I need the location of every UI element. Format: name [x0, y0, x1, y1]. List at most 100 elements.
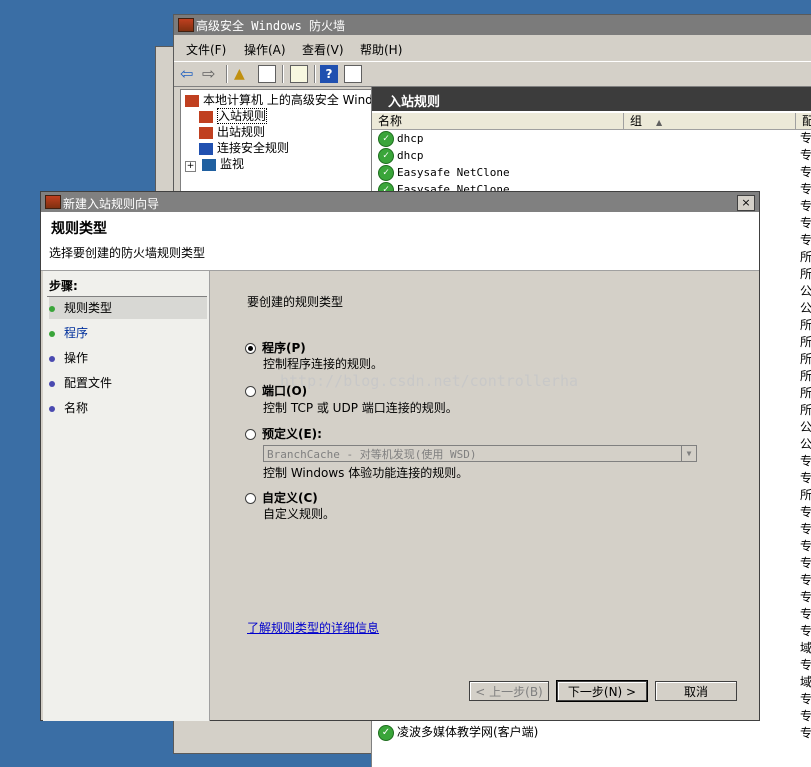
inbound-rules-icon [199, 110, 213, 123]
profile-cell: 所 [800, 403, 811, 417]
firewall-app-icon [178, 18, 194, 32]
tree-item-label: 入站规则 [217, 108, 268, 124]
column-profile[interactable]: 配 [796, 113, 811, 129]
enabled-check-icon: ✓ [378, 131, 394, 147]
step-label: 规则类型 [64, 301, 113, 315]
option-desc: 控制 Windows 体验功能连接的规则。 [263, 466, 469, 480]
column-group-label: 组 [630, 114, 643, 128]
firewall-icon [185, 94, 199, 107]
step-rule-type[interactable]: 规则类型 [49, 297, 207, 319]
tree-item-connection-security[interactable]: 连接安全规则 [199, 140, 289, 156]
radio-custom[interactable] [245, 493, 256, 504]
profile-cell: 公 [800, 284, 811, 298]
menu-view[interactable]: 查看(V) [302, 41, 344, 58]
radio-program[interactable] [245, 343, 256, 354]
predefined-select-value: BranchCache - 对等机发现(使用 WSD) [267, 448, 477, 461]
export-list-icon[interactable] [290, 65, 308, 83]
wizard-titlebar[interactable]: 新建入站规则向导 × [41, 192, 759, 212]
profile-cell: 所 [800, 488, 811, 502]
profile-cell: 专 [800, 709, 811, 723]
rule-row[interactable]: ✓ 凌波多媒体教学网(客户端) [378, 724, 538, 741]
firewall-console-titlebar[interactable]: 高级安全 Windows 防火墙 [174, 15, 811, 35]
profile-column-values: 专专专专专专专所所公公所所所所所所公公专专所专专专专专专专专域专域专专专 [800, 130, 811, 742]
step-pending-icon [49, 355, 55, 362]
steps-panel: 步骤: 规则类型 程序 操作 配置文件 名称 [43, 271, 210, 721]
forward-arrow-icon[interactable]: ⇨ [202, 65, 220, 83]
new-inbound-rule-wizard: 新建入站规则向导 × 规则类型 选择要创建的防火墙规则类型 步骤: 规则类型 程… [40, 191, 760, 721]
profile-cell: 所 [800, 267, 811, 281]
toolbar: ⇦ ⇨ ▲ ? [174, 61, 811, 87]
profile-cell: 专 [800, 590, 811, 604]
profile-cell: 专 [800, 233, 811, 247]
step-current-icon [49, 330, 55, 337]
rule-row[interactable]: ✓ dhcp [378, 130, 424, 147]
rule-name: Easysafe NetClone [397, 166, 510, 179]
menu-file[interactable]: 文件(F) [186, 41, 226, 58]
tree-item-outbound[interactable]: 出站规则 [199, 124, 265, 140]
menu-help[interactable]: 帮助(H) [360, 41, 402, 58]
profile-cell: 专 [800, 573, 811, 587]
enabled-check-icon: ✓ [378, 148, 394, 164]
page-subtitle: 选择要创建的防火墙规则类型 [49, 246, 206, 260]
option-program[interactable]: 程序(P) [245, 339, 306, 356]
toolbar-separator [314, 65, 316, 83]
column-name[interactable]: 名称 [372, 113, 624, 129]
enabled-check-icon: ✓ [378, 724, 394, 741]
close-button[interactable]: × [737, 195, 755, 211]
option-desc: 控制 TCP 或 UDP 端口连接的规则。 [263, 401, 458, 415]
option-predefined[interactable]: 预定义(E): [245, 425, 322, 442]
profile-cell: 专 [800, 182, 811, 196]
expand-icon[interactable]: + [185, 161, 196, 172]
option-label: 程序(P) [262, 341, 306, 355]
cancel-button[interactable]: 取消 [655, 681, 737, 701]
enabled-check-icon: ✓ [378, 165, 394, 181]
profile-cell: 专 [800, 471, 811, 485]
next-button[interactable]: 下一步(N) > [556, 680, 648, 702]
profile-cell: 专 [800, 607, 811, 621]
rule-name: dhcp [397, 149, 424, 162]
tree-item-monitoring[interactable]: + 监视 [185, 156, 244, 172]
tree-root[interactable]: 本地计算机 上的高级安全 Wind [185, 92, 371, 108]
column-group[interactable]: 组 ▲ [624, 113, 796, 129]
menu-action[interactable]: 操作(A) [244, 41, 286, 58]
pane-title: 入站规则 [388, 95, 441, 110]
tree-item-inbound[interactable]: 入站规则 [199, 108, 268, 124]
profile-cell: 所 [800, 386, 811, 400]
toolbar-separator [282, 65, 284, 83]
rule-type-prompt: 要创建的规则类型 [247, 295, 344, 309]
rule-row[interactable]: ✓ dhcp [378, 147, 424, 164]
profile-cell: 专 [800, 199, 811, 213]
predefined-select[interactable]: BranchCache - 对等机发现(使用 WSD) ▼ [263, 445, 697, 462]
outbound-rules-icon [199, 126, 213, 139]
rule-row[interactable]: ✓ Easysafe NetClone [378, 164, 510, 181]
profile-cell: 所 [800, 369, 811, 383]
help-icon[interactable]: ? [320, 65, 338, 83]
page-title: 规则类型 [51, 221, 107, 237]
radio-predefined[interactable] [245, 429, 256, 440]
wizard-content: 要创建的规则类型 程序(P) 控制程序连接的规则。 端口(O) 控制 TCP 或… [209, 271, 759, 721]
tree-item-label: 连接安全规则 [217, 141, 290, 155]
back-button[interactable]: < 上一步(B) [469, 681, 549, 701]
step-action[interactable]: 操作 [49, 347, 207, 369]
back-arrow-icon[interactable]: ⇦ [180, 65, 198, 83]
chevron-down-icon[interactable]: ▼ [681, 446, 696, 461]
watermark: http://blog.csdn.net/controllerha [280, 372, 579, 390]
learn-more-link[interactable]: 了解规则类型的详细信息 [247, 619, 379, 636]
step-pending-icon [49, 380, 55, 387]
step-name[interactable]: 名称 [49, 397, 207, 419]
step-label: 操作 [64, 351, 89, 365]
profile-cell: 专 [800, 505, 811, 519]
radio-port[interactable] [245, 386, 256, 397]
option-custom[interactable]: 自定义(C) [245, 489, 318, 506]
connection-security-icon [199, 142, 213, 155]
firewall-app-icon [45, 195, 61, 209]
profile-cell: 公 [800, 420, 811, 434]
step-profile[interactable]: 配置文件 [49, 372, 207, 394]
pane-header: 入站规则 [372, 87, 811, 111]
properties-icon[interactable] [344, 65, 362, 83]
step-program[interactable]: 程序 [49, 322, 207, 344]
show-tree-icon[interactable] [258, 65, 276, 83]
profile-cell: 公 [800, 437, 811, 451]
sort-ascending-icon: ▲ [656, 118, 663, 127]
up-folder-icon[interactable]: ▲ [234, 65, 252, 83]
